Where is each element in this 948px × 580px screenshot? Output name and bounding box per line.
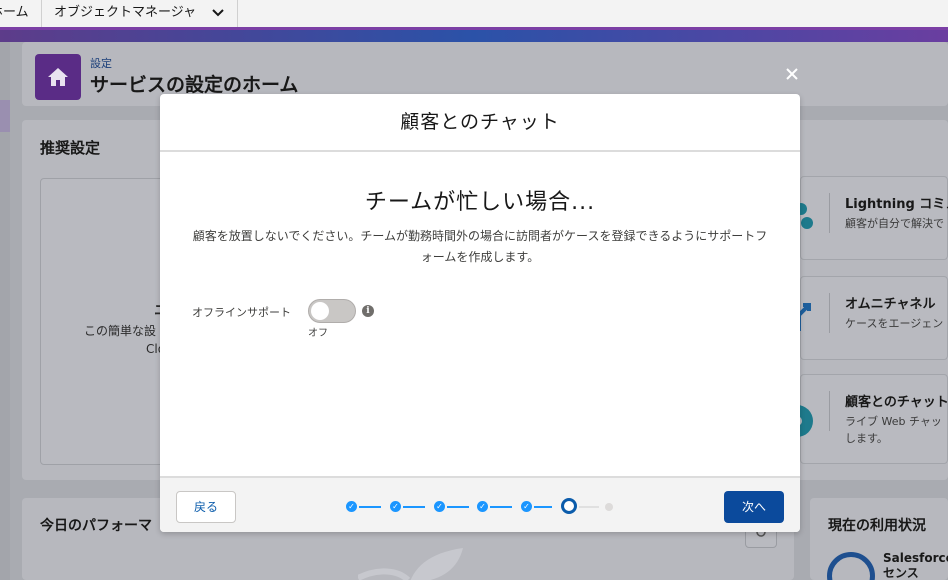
modal-description: 顧客を放置しないでください。チームが勤務時間外の場合に訪問者がケースを登録できる… bbox=[192, 229, 768, 264]
tab-home[interactable]: ホーム bbox=[0, 0, 42, 27]
right-card-title: オムニチャネル bbox=[845, 297, 936, 312]
tab-object-manager-label: オブジェクトマネージャ bbox=[54, 5, 197, 20]
next-button[interactable]: 次へ bbox=[724, 491, 784, 523]
right-card-subtitle: ライブ Web チャッ します。 bbox=[845, 415, 942, 445]
toggle-state-text: オフ bbox=[308, 328, 328, 339]
left-edge-marker bbox=[0, 100, 10, 132]
card-divider bbox=[829, 391, 830, 431]
home-icon bbox=[35, 54, 81, 100]
modal-heading: チームが忙しい場合... bbox=[364, 190, 596, 215]
progress-line bbox=[403, 506, 425, 508]
usage-title: 現在の利用状況 bbox=[828, 518, 926, 534]
progress-step-current[interactable] bbox=[561, 498, 577, 514]
info-icon[interactable]: i bbox=[362, 305, 374, 317]
breadcrumb[interactable]: 設定 bbox=[90, 55, 112, 71]
right-card-title: Lightning コミュ bbox=[845, 197, 948, 212]
performance-title: 今日のパフォーマ bbox=[40, 518, 152, 534]
right-card-community[interactable]: Lightning コミュ 顧客が自分で解決で bbox=[795, 176, 948, 260]
header-banner bbox=[0, 30, 948, 42]
back-button[interactable]: 戻る bbox=[176, 491, 236, 523]
right-card-subtitle: ケースをエージェン bbox=[845, 317, 944, 330]
right-card-title: 顧客とのチャット bbox=[845, 395, 948, 410]
progress-indicator: ✓ ✓ ✓ ✓ ✓ bbox=[346, 497, 616, 515]
card-divider bbox=[829, 293, 830, 333]
progress-line bbox=[359, 506, 381, 508]
usage-label: Salesforce センス bbox=[883, 551, 948, 580]
progress-step-todo[interactable] bbox=[605, 503, 613, 511]
setup-modal: 顧客とのチャット チームが忙しい場合... 顧客を放置しないでください。チームが… bbox=[160, 94, 800, 532]
progress-step-complete[interactable]: ✓ bbox=[390, 501, 401, 512]
recommended-setup-title: 推奨設定 bbox=[40, 139, 101, 157]
right-card-chat[interactable]: 顧客とのチャット ライブ Web チャッ します。 bbox=[781, 374, 948, 464]
close-icon[interactable] bbox=[783, 66, 801, 84]
progress-step-complete[interactable]: ✓ bbox=[477, 501, 488, 512]
progress-step-complete[interactable]: ✓ bbox=[434, 501, 445, 512]
modal-footer: 戻る ✓ ✓ ✓ ✓ ✓ 次へ bbox=[160, 476, 800, 532]
progress-line bbox=[447, 506, 469, 508]
left-edge bbox=[0, 42, 10, 580]
toggle-knob bbox=[311, 302, 329, 320]
progress-step-complete[interactable]: ✓ bbox=[521, 501, 532, 512]
leaf-illustration-icon bbox=[356, 548, 468, 580]
progress-step-complete[interactable]: ✓ bbox=[346, 501, 357, 512]
offline-support-toggle[interactable] bbox=[308, 299, 356, 323]
progress-line-todo bbox=[579, 506, 599, 508]
right-card-omni-channel[interactable]: オムニチャネル ケースをエージェン bbox=[797, 276, 948, 360]
progress-line bbox=[490, 506, 512, 508]
offline-support-label: オフラインサポート bbox=[192, 306, 291, 319]
card-divider bbox=[829, 193, 830, 233]
tab-object-manager[interactable]: オブジェクトマネージャ bbox=[42, 0, 238, 27]
modal-title: 顧客とのチャット bbox=[160, 94, 800, 152]
right-card-subtitle: 顧客が自分で解決で bbox=[845, 217, 944, 230]
progress-line bbox=[534, 506, 552, 508]
page-title: サービスの設定のホーム bbox=[90, 74, 299, 96]
recommended-feature-text: この簡単な設 bbox=[84, 324, 157, 338]
